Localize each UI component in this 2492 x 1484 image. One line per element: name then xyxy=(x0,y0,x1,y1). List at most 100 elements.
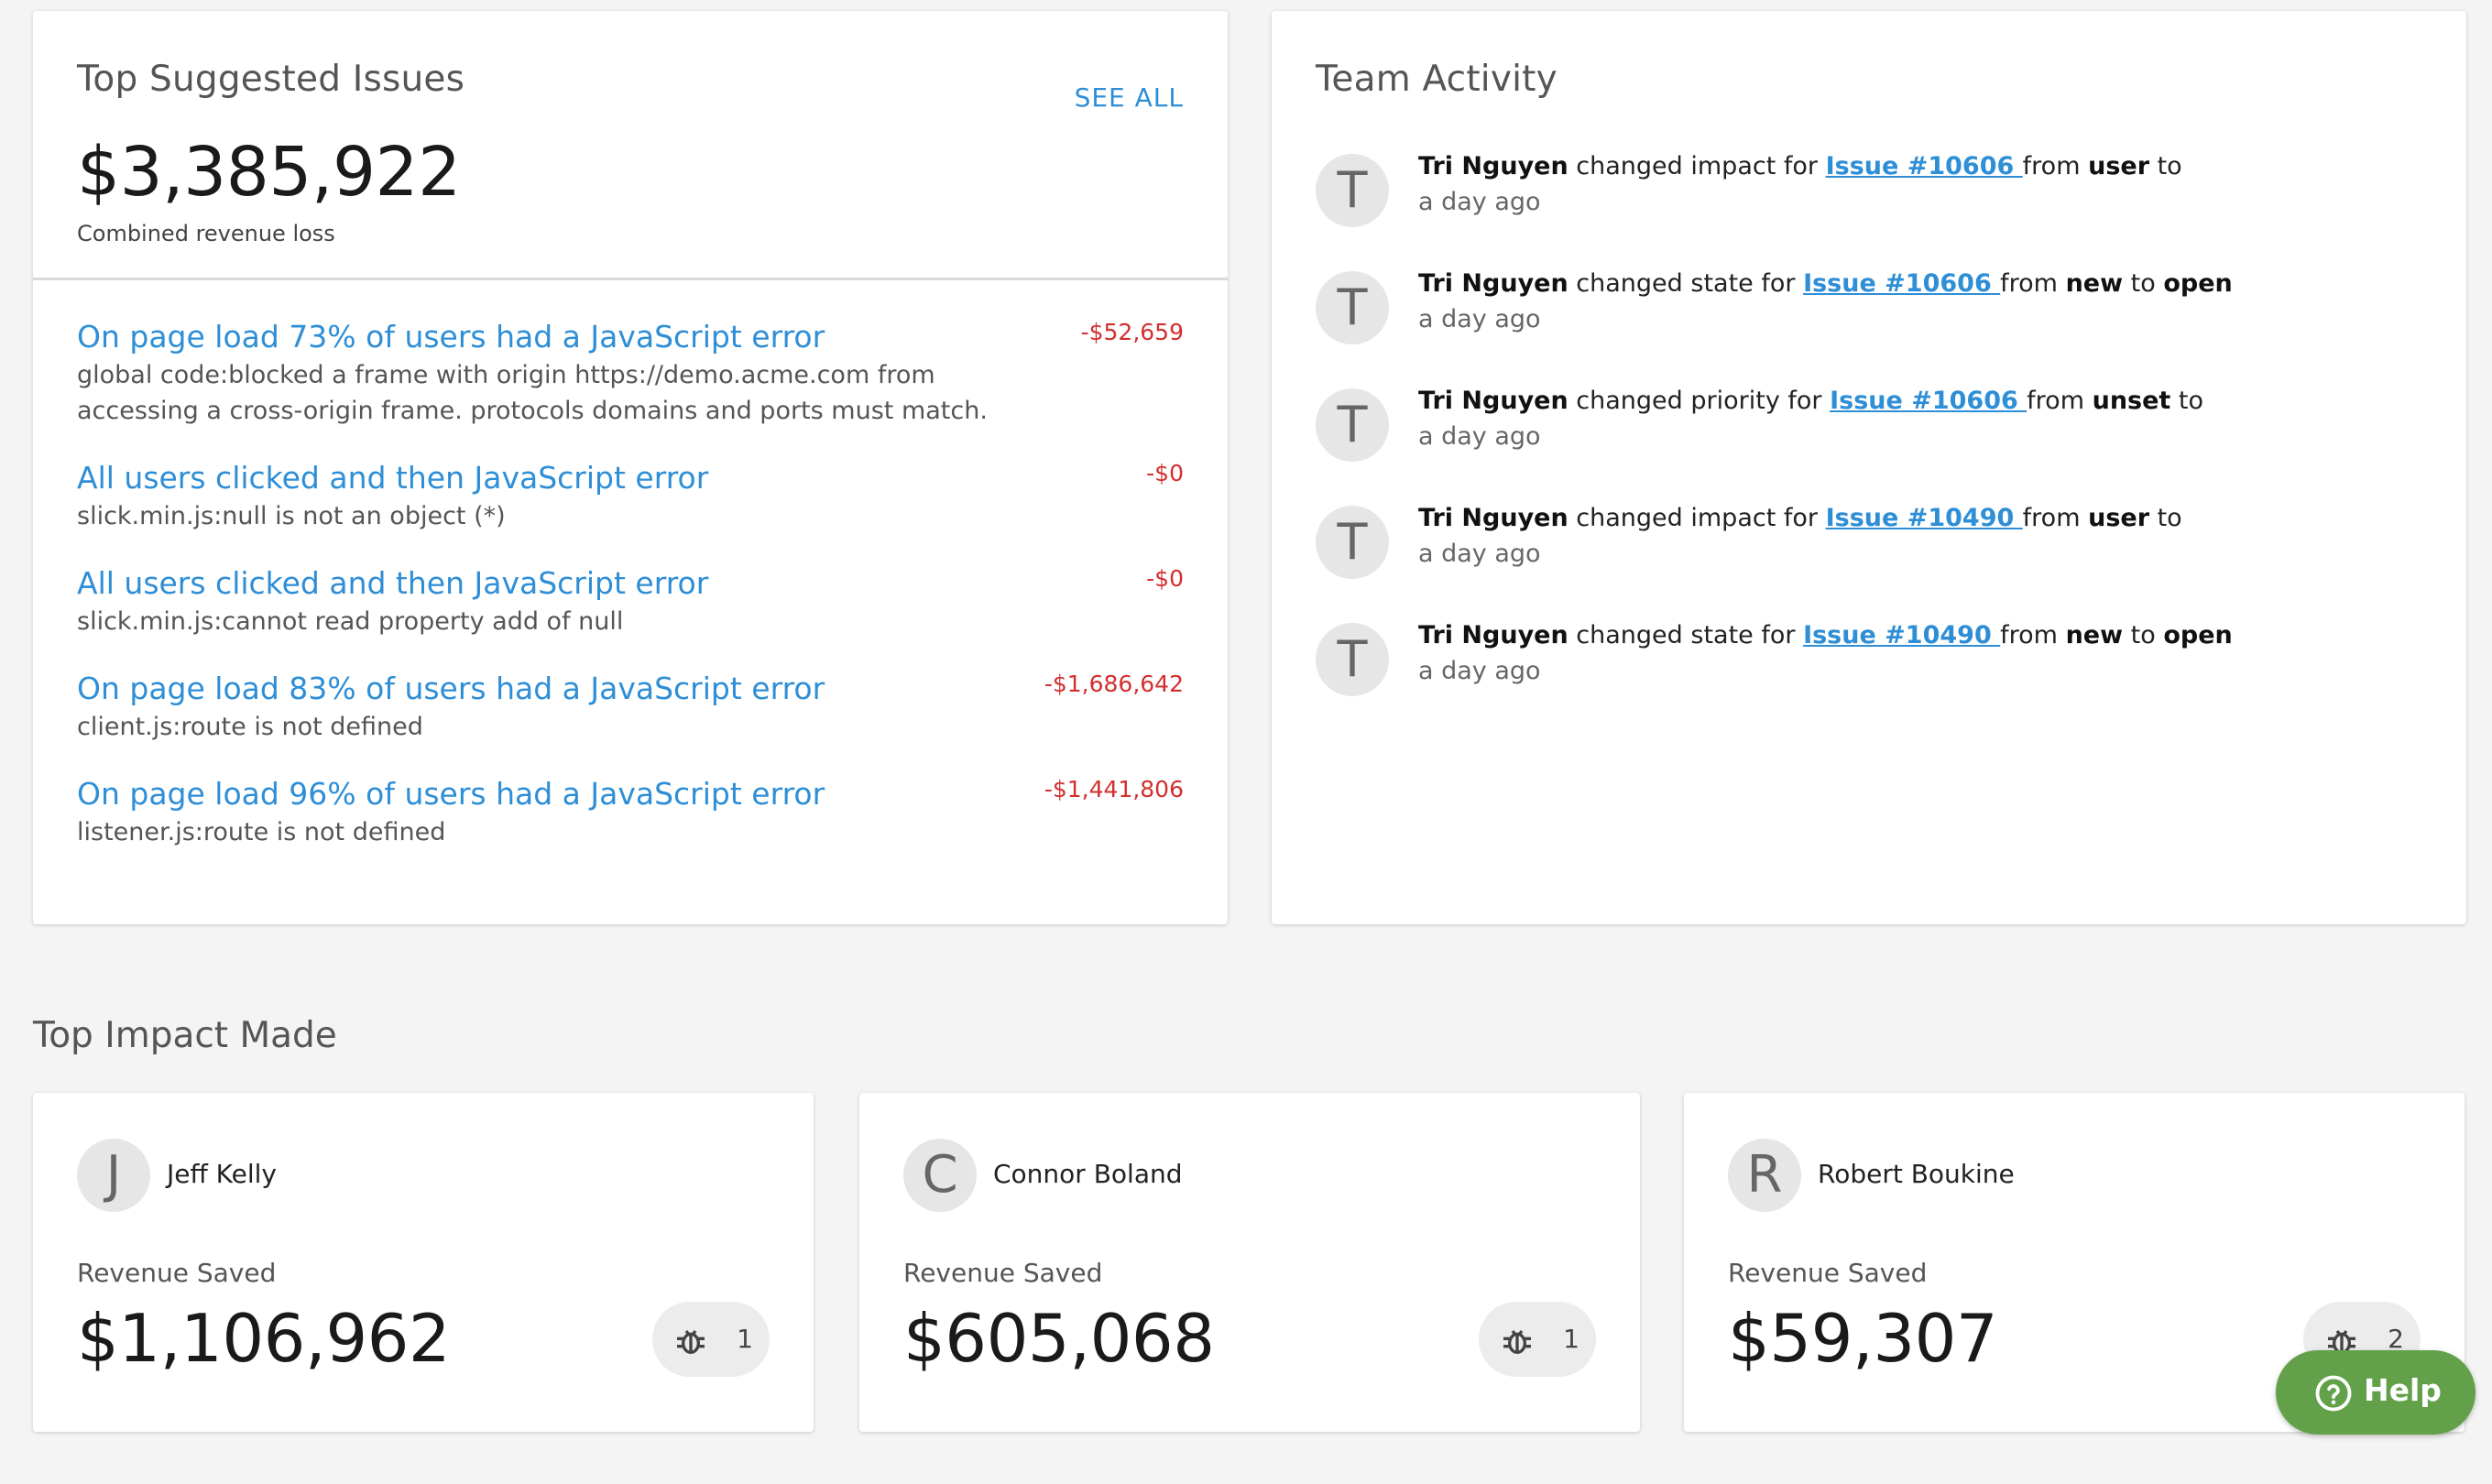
activity-item: T Tri Nguyen changed state for Issue #10… xyxy=(1316,617,2430,735)
issue-revenue-loss: -$1,441,806 xyxy=(1044,776,1184,802)
issues-card-title: Top Suggested Issues xyxy=(77,59,465,100)
activity-to-value: open xyxy=(2163,269,2233,298)
issue-revenue-loss: -$0 xyxy=(1146,460,1184,486)
bug-icon xyxy=(677,1330,705,1354)
activity-user[interactable]: Tri Nguyen xyxy=(1418,621,1568,649)
activity-timestamp: a day ago xyxy=(1418,657,1541,685)
activity-issue-link[interactable]: Issue #10606 xyxy=(1826,152,2023,180)
issue-item: All users clicked and then JavaScript er… xyxy=(77,458,1184,534)
top-suggested-issues-card: Top Suggested Issues SEE ALL $3,385,922 … xyxy=(33,11,1228,924)
issue-title-link[interactable]: On page load 96% of users had a JavaScri… xyxy=(77,774,825,814)
activity-user[interactable]: Tri Nguyen xyxy=(1418,387,1568,415)
issue-title-link[interactable]: On page load 83% of users had a JavaScri… xyxy=(77,669,825,709)
activity-timestamp: a day ago xyxy=(1418,188,1541,216)
activity-item: T Tri Nguyen changed priority for Issue … xyxy=(1316,383,2430,500)
activity-issue-link[interactable]: Issue #10490 xyxy=(1803,621,2000,649)
avatar: J xyxy=(77,1139,150,1212)
activity-text: Tri Nguyen changed impact for Issue #104… xyxy=(1418,500,2182,572)
activity-to-value: open xyxy=(2163,621,2233,649)
activity-issue-link[interactable]: Issue #10606 xyxy=(1830,387,2027,415)
issue-description: client.js:route is not defined xyxy=(77,713,423,741)
avatar: T xyxy=(1316,154,1389,227)
issue-title-link[interactable]: All users clicked and then JavaScript er… xyxy=(77,458,708,498)
issue-revenue-loss: -$52,659 xyxy=(1080,319,1184,345)
question-circle-icon xyxy=(2315,1375,2352,1412)
activity-to-word: to xyxy=(2123,269,2164,298)
activity-user[interactable]: Tri Nguyen xyxy=(1418,269,1568,298)
activity-to-word: to xyxy=(2170,387,2204,415)
activity-from-word: from xyxy=(2022,504,2089,532)
combined-revenue-loss-caption: Combined revenue loss xyxy=(77,221,335,246)
activity-list: T Tri Nguyen changed impact for Issue #1… xyxy=(1316,148,2430,735)
impact-user-name: Connor Boland xyxy=(993,1159,1183,1189)
issue-item: On page load 83% of users had a JavaScri… xyxy=(77,669,1184,745)
activity-from-value: unset xyxy=(2092,387,2171,415)
activity-text: Tri Nguyen changed state for Issue #1049… xyxy=(1418,617,2233,689)
team-activity-card: Team Activity T Tri Nguyen changed impac… xyxy=(1272,11,2466,924)
activity-card-title: Team Activity xyxy=(1316,59,1558,100)
activity-item: T Tri Nguyen changed impact for Issue #1… xyxy=(1316,148,2430,266)
avatar: R xyxy=(1728,1139,1801,1212)
issue-description: slick.min.js:null is not an object (*) xyxy=(77,502,506,530)
activity-user[interactable]: Tri Nguyen xyxy=(1418,152,1568,180)
issue-item: On page load 73% of users had a JavaScri… xyxy=(77,317,1184,429)
issue-list: On page load 73% of users had a JavaScri… xyxy=(33,280,1228,850)
activity-action: changed state for xyxy=(1568,621,1804,649)
bug-count-badge: 1 xyxy=(1479,1302,1596,1377)
activity-user[interactable]: Tri Nguyen xyxy=(1418,504,1568,532)
help-label: Help xyxy=(2364,1372,2442,1408)
revenue-saved-amount: $1,106,962 xyxy=(77,1300,451,1377)
activity-from-word: from xyxy=(2000,269,2066,298)
activity-timestamp: a day ago xyxy=(1418,422,1541,451)
activity-item: T Tri Nguyen changed state for Issue #10… xyxy=(1316,266,2430,383)
activity-to-word: to xyxy=(2123,621,2164,649)
activity-from-value: user xyxy=(2088,504,2150,532)
combined-revenue-loss-amount: $3,385,922 xyxy=(77,133,461,212)
revenue-saved-amount: $59,307 xyxy=(1728,1300,1998,1377)
activity-text: Tri Nguyen changed state for Issue #1060… xyxy=(1418,266,2233,337)
avatar: T xyxy=(1316,388,1389,462)
issue-description: global code:blocked a frame with origin … xyxy=(77,361,988,425)
issue-item: All users clicked and then JavaScript er… xyxy=(77,563,1184,639)
activity-from-value: new xyxy=(2065,621,2124,649)
impact-user-name: Jeff Kelly xyxy=(167,1159,277,1189)
see-all-link[interactable]: SEE ALL xyxy=(1075,82,1184,113)
activity-action: changed impact for xyxy=(1568,152,1826,180)
bug-count: 1 xyxy=(1563,1324,1579,1354)
activity-from-value: user xyxy=(2088,152,2150,180)
activity-issue-link[interactable]: Issue #10490 xyxy=(1826,504,2023,532)
activity-to-word: to xyxy=(2149,152,2182,180)
avatar: T xyxy=(1316,623,1389,696)
help-button[interactable]: Help xyxy=(2276,1350,2476,1435)
issue-description: listener.js:route is not defined xyxy=(77,818,446,846)
issue-title-link[interactable]: On page load 73% of users had a JavaScri… xyxy=(77,317,825,357)
activity-action: changed state for xyxy=(1568,269,1804,298)
issue-revenue-loss: -$1,686,642 xyxy=(1044,671,1184,697)
activity-item: T Tri Nguyen changed impact for Issue #1… xyxy=(1316,500,2430,617)
impact-card[interactable]: J Jeff Kelly Revenue Saved $1,106,962 1 xyxy=(33,1093,814,1432)
activity-action: changed impact for xyxy=(1568,504,1826,532)
issues-card-header: Top Suggested Issues SEE ALL $3,385,922 … xyxy=(33,11,1228,280)
revenue-saved-amount: $605,068 xyxy=(903,1300,1215,1377)
activity-text: Tri Nguyen changed priority for Issue #1… xyxy=(1418,383,2203,454)
issue-item: On page load 96% of users had a JavaScri… xyxy=(77,774,1184,850)
impact-user-name: Robert Boukine xyxy=(1818,1159,2015,1189)
activity-from-word: from xyxy=(2000,621,2066,649)
activity-from-value: new xyxy=(2065,269,2124,298)
avatar: T xyxy=(1316,271,1389,344)
revenue-saved-label: Revenue Saved xyxy=(1728,1258,1928,1288)
activity-action: changed priority for xyxy=(1568,387,1831,415)
issue-revenue-loss: -$0 xyxy=(1146,565,1184,592)
impact-card[interactable]: C Connor Boland Revenue Saved $605,068 1 xyxy=(859,1093,1640,1432)
activity-from-word: from xyxy=(2027,387,2093,415)
activity-timestamp: a day ago xyxy=(1418,305,1541,333)
activity-timestamp: a day ago xyxy=(1418,540,1541,568)
activity-issue-link[interactable]: Issue #10606 xyxy=(1803,269,2000,298)
avatar: T xyxy=(1316,506,1389,579)
issue-title-link[interactable]: All users clicked and then JavaScript er… xyxy=(77,563,708,604)
revenue-saved-label: Revenue Saved xyxy=(903,1258,1103,1288)
activity-to-word: to xyxy=(2149,504,2182,532)
bug-icon xyxy=(1503,1330,1531,1354)
avatar: C xyxy=(903,1139,977,1212)
issue-description: slick.min.js:cannot read property add of… xyxy=(77,607,624,636)
